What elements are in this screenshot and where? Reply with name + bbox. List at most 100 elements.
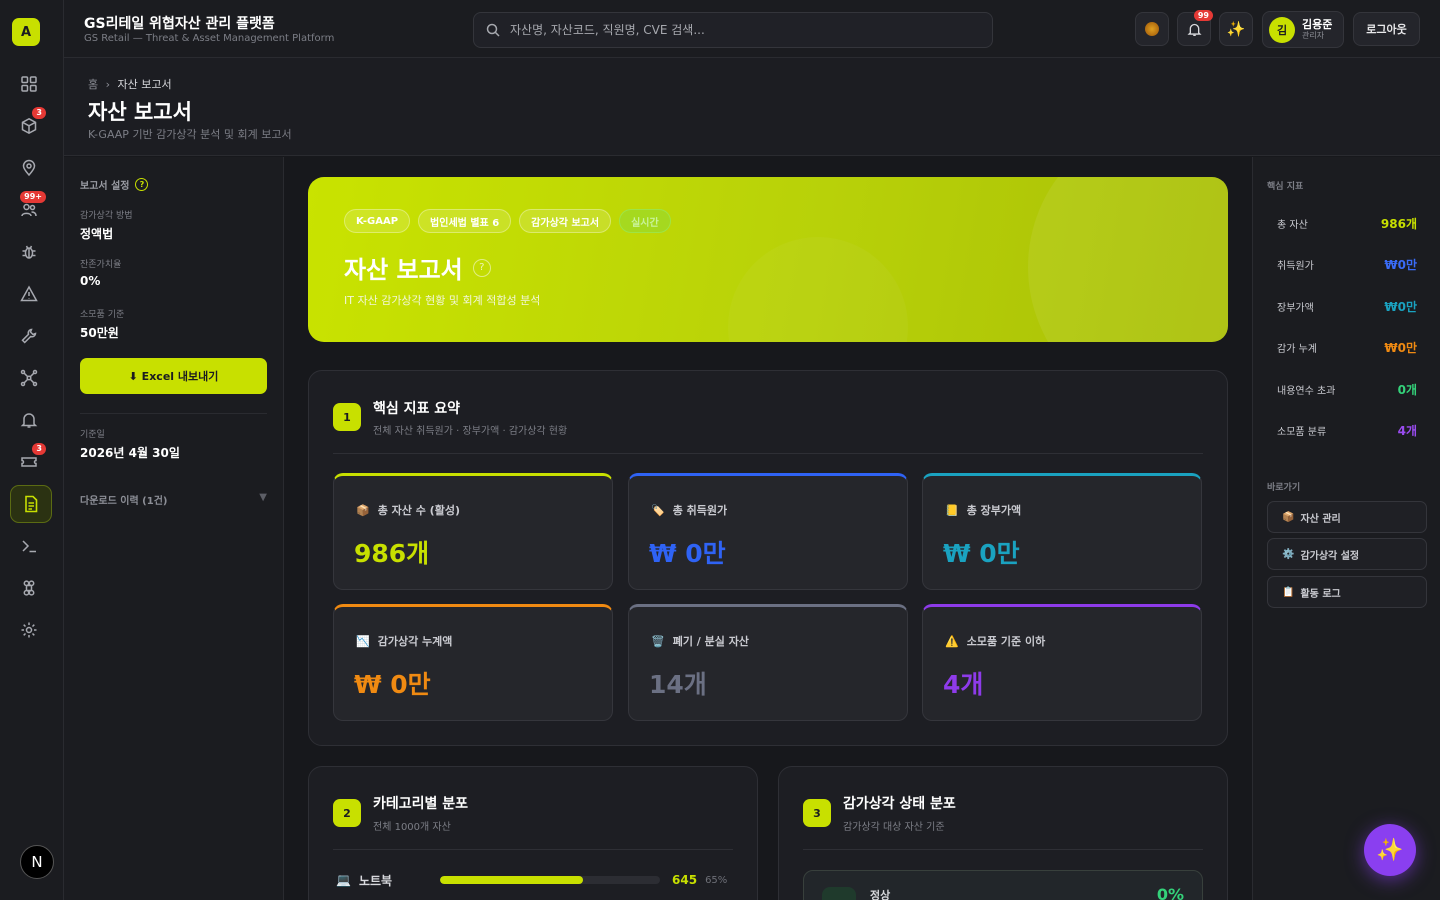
download-history-label: 다운로드 이력 (1건) [80,496,168,507]
help-icon[interactable]: ? [472,258,491,277]
method-value[interactable]: 정액법 [80,225,113,242]
nav-assets[interactable]: 3 [14,107,46,141]
notifications-button[interactable]: 99 [1177,10,1213,46]
wrench-icon [21,328,37,344]
kpi-card-total-assets[interactable]: 📦 총 자산 수 (활성) 986개 [333,473,613,590]
kpi-value: ₩ 0만 [943,539,1020,568]
kpi-card-accumulated-depreciation[interactable]: 📉 감가상각 누계액 ₩ 0만 [333,604,613,721]
depreciation-status-section: 3 감가상각 상태 분포 감가상각 대상 자산 기준 정상 0% [778,766,1228,900]
terminal-icon [22,540,36,553]
nav-employees[interactable]: 99+ [14,191,46,225]
category-count: 645 [672,873,698,887]
app-subtitle: GS Retail — Threat & Asset Management Pl… [84,33,335,44]
shortcut-asset-management[interactable]: 📦 자산 관리 [1267,501,1427,533]
nav-shortcuts[interactable] [14,573,44,603]
hero-title: 자산 보고서 ? [344,250,491,285]
kpi-card-disposed-assets[interactable]: 🗑️ 폐기 / 분실 자산 14개 [628,604,908,721]
divider [803,849,1203,850]
category-bar-row[interactable]: 💻 노트북 645 65% [336,870,736,890]
ai-assistant-button[interactable]: ✨ [1219,12,1253,46]
gear-icon: ⚙️ [1282,548,1295,560]
user-menu[interactable]: 김 김용준 관리자 [1262,11,1344,48]
section-number: 3 [803,799,831,827]
kpi-card-label: 📦 총 자산 수 (활성) [356,502,460,518]
section-number: 1 [333,403,361,431]
search-input[interactable] [510,23,950,37]
breadcrumb-home[interactable]: 홈 [88,78,98,91]
category-percent: 65% [705,874,728,886]
tickets-badge: 3 [32,443,46,455]
kpi-value: 986개 [354,539,430,568]
divider [80,413,267,414]
settings-header-label: 보고서 설정 [80,181,130,192]
hero-decoration [1028,177,1228,342]
nav-vulnerabilities[interactable] [14,237,44,267]
bell-icon [1186,23,1202,36]
kpi-label: 총 취득원가 [672,504,728,517]
command-icon [23,580,35,596]
nav-locations[interactable] [14,153,44,183]
nav-settings[interactable] [14,615,44,645]
global-search[interactable] [473,12,993,48]
kpi-card-acquisition-cost[interactable]: 🏷️ 총 취득원가 ₩ 0만 [628,473,908,590]
kpi-row-label: 취득원가 [1277,261,1314,272]
theme-toggle-button[interactable] [1135,12,1169,46]
residual-value[interactable]: 0% [80,274,100,288]
consumable-label: 소모품 기준 [80,310,125,320]
nav-maintenance[interactable] [14,321,44,351]
ticket-icon [21,457,37,467]
n-menu-button[interactable]: N [20,845,54,879]
settings-gear-icon [21,622,37,638]
cube-icon [21,117,37,135]
kpi-label: 총 자산 수 (활성) [377,504,460,517]
employees-badge: 99+ [20,191,46,203]
right-summary-panel: 핵심 지표 총 자산 986개 취득원가 ₩0만 장부가액 ₩0만 감가 누계 ₩0만 … [1252,157,1440,900]
icon-rail: A 3 99+ 3 N [0,0,64,900]
nav-dashboard[interactable] [14,69,44,99]
app-title: GS리테일 위협자산 관리 플랫폼 [84,16,275,32]
ai-assistant-fab[interactable]: ✨ [1364,824,1416,876]
kpi-summary-section: 1 핵심 지표 요약 전체 자산 취득원가 · 장부가액 · 감가상각 현황 📦… [308,370,1228,746]
category-label: 💻 노트북 [336,872,440,889]
user-name: 김용준 [1302,18,1333,31]
excel-export-button[interactable]: ⬇ Excel 내보내기 [80,358,267,394]
kpi-row-value: ₩0만 [1384,258,1417,272]
app-logo[interactable]: A [12,18,40,46]
nav-alerts[interactable] [14,405,44,435]
nav-tickets[interactable]: 3 [14,443,46,477]
kpi-card-label: 🏷️ 총 취득원가 [651,502,727,518]
status-icon [822,887,856,900]
shortcut-label: 자산 관리 [1300,513,1341,525]
hero-chips: K-GAAP 법인세법 별표 6 감가상각 보고서 실시간 [344,209,671,233]
bug-icon [22,245,36,259]
nav-network[interactable] [14,363,44,393]
tag-icon: 🏷️ [651,503,665,517]
kpi-card-book-value[interactable]: 📒 총 장부가액 ₩ 0만 [922,473,1202,590]
shortcut-activity-log[interactable]: 📋 활동 로그 [1267,576,1427,608]
nav-terminal[interactable] [14,531,44,561]
shortcut-depreciation-settings[interactable]: ⚙️ 감가상각 설정 [1267,538,1427,570]
trash-icon: 🗑️ [651,634,665,648]
consumable-value[interactable]: 50만원 [80,324,119,341]
kpi-card-below-consumable[interactable]: ⚠️ 소모품 기준 이하 4개 [922,604,1202,721]
help-icon[interactable]: ? [135,178,149,191]
chevron-down-icon: ▼ [259,492,267,503]
page-title: 자산 보고서 [88,100,192,124]
top-bar: GS리테일 위협자산 관리 플랫폼 GS Retail — Threat & A… [64,0,1440,58]
download-history-toggle[interactable]: 다운로드 이력 (1건) ▼ [80,492,267,507]
section-title: 감가상각 상태 분포 [843,796,956,812]
nav-threats[interactable] [14,279,44,309]
status-row-normal[interactable]: 정상 0% [803,870,1203,900]
breadcrumb: 홈 › 자산 보고서 [88,76,172,92]
kpi-row: 감가 누계 ₩0만 [1277,339,1417,356]
logout-button[interactable]: 로그아웃 [1353,12,1420,46]
avatar: 김 [1269,16,1295,43]
section-title: 핵심 지표 요약 [373,401,461,417]
assets-badge: 3 [32,107,46,119]
hero-banner: K-GAAP 법인세법 별표 6 감가상각 보고서 실시간 자산 보고서 ? I… [308,177,1228,342]
residual-label: 잔존가치율 [80,260,122,270]
kpi-header: 핵심 지표 [1267,182,1304,192]
chip-kgaap: K-GAAP [344,209,411,233]
nav-reports[interactable] [10,485,52,523]
category-bar-fill [440,876,583,884]
